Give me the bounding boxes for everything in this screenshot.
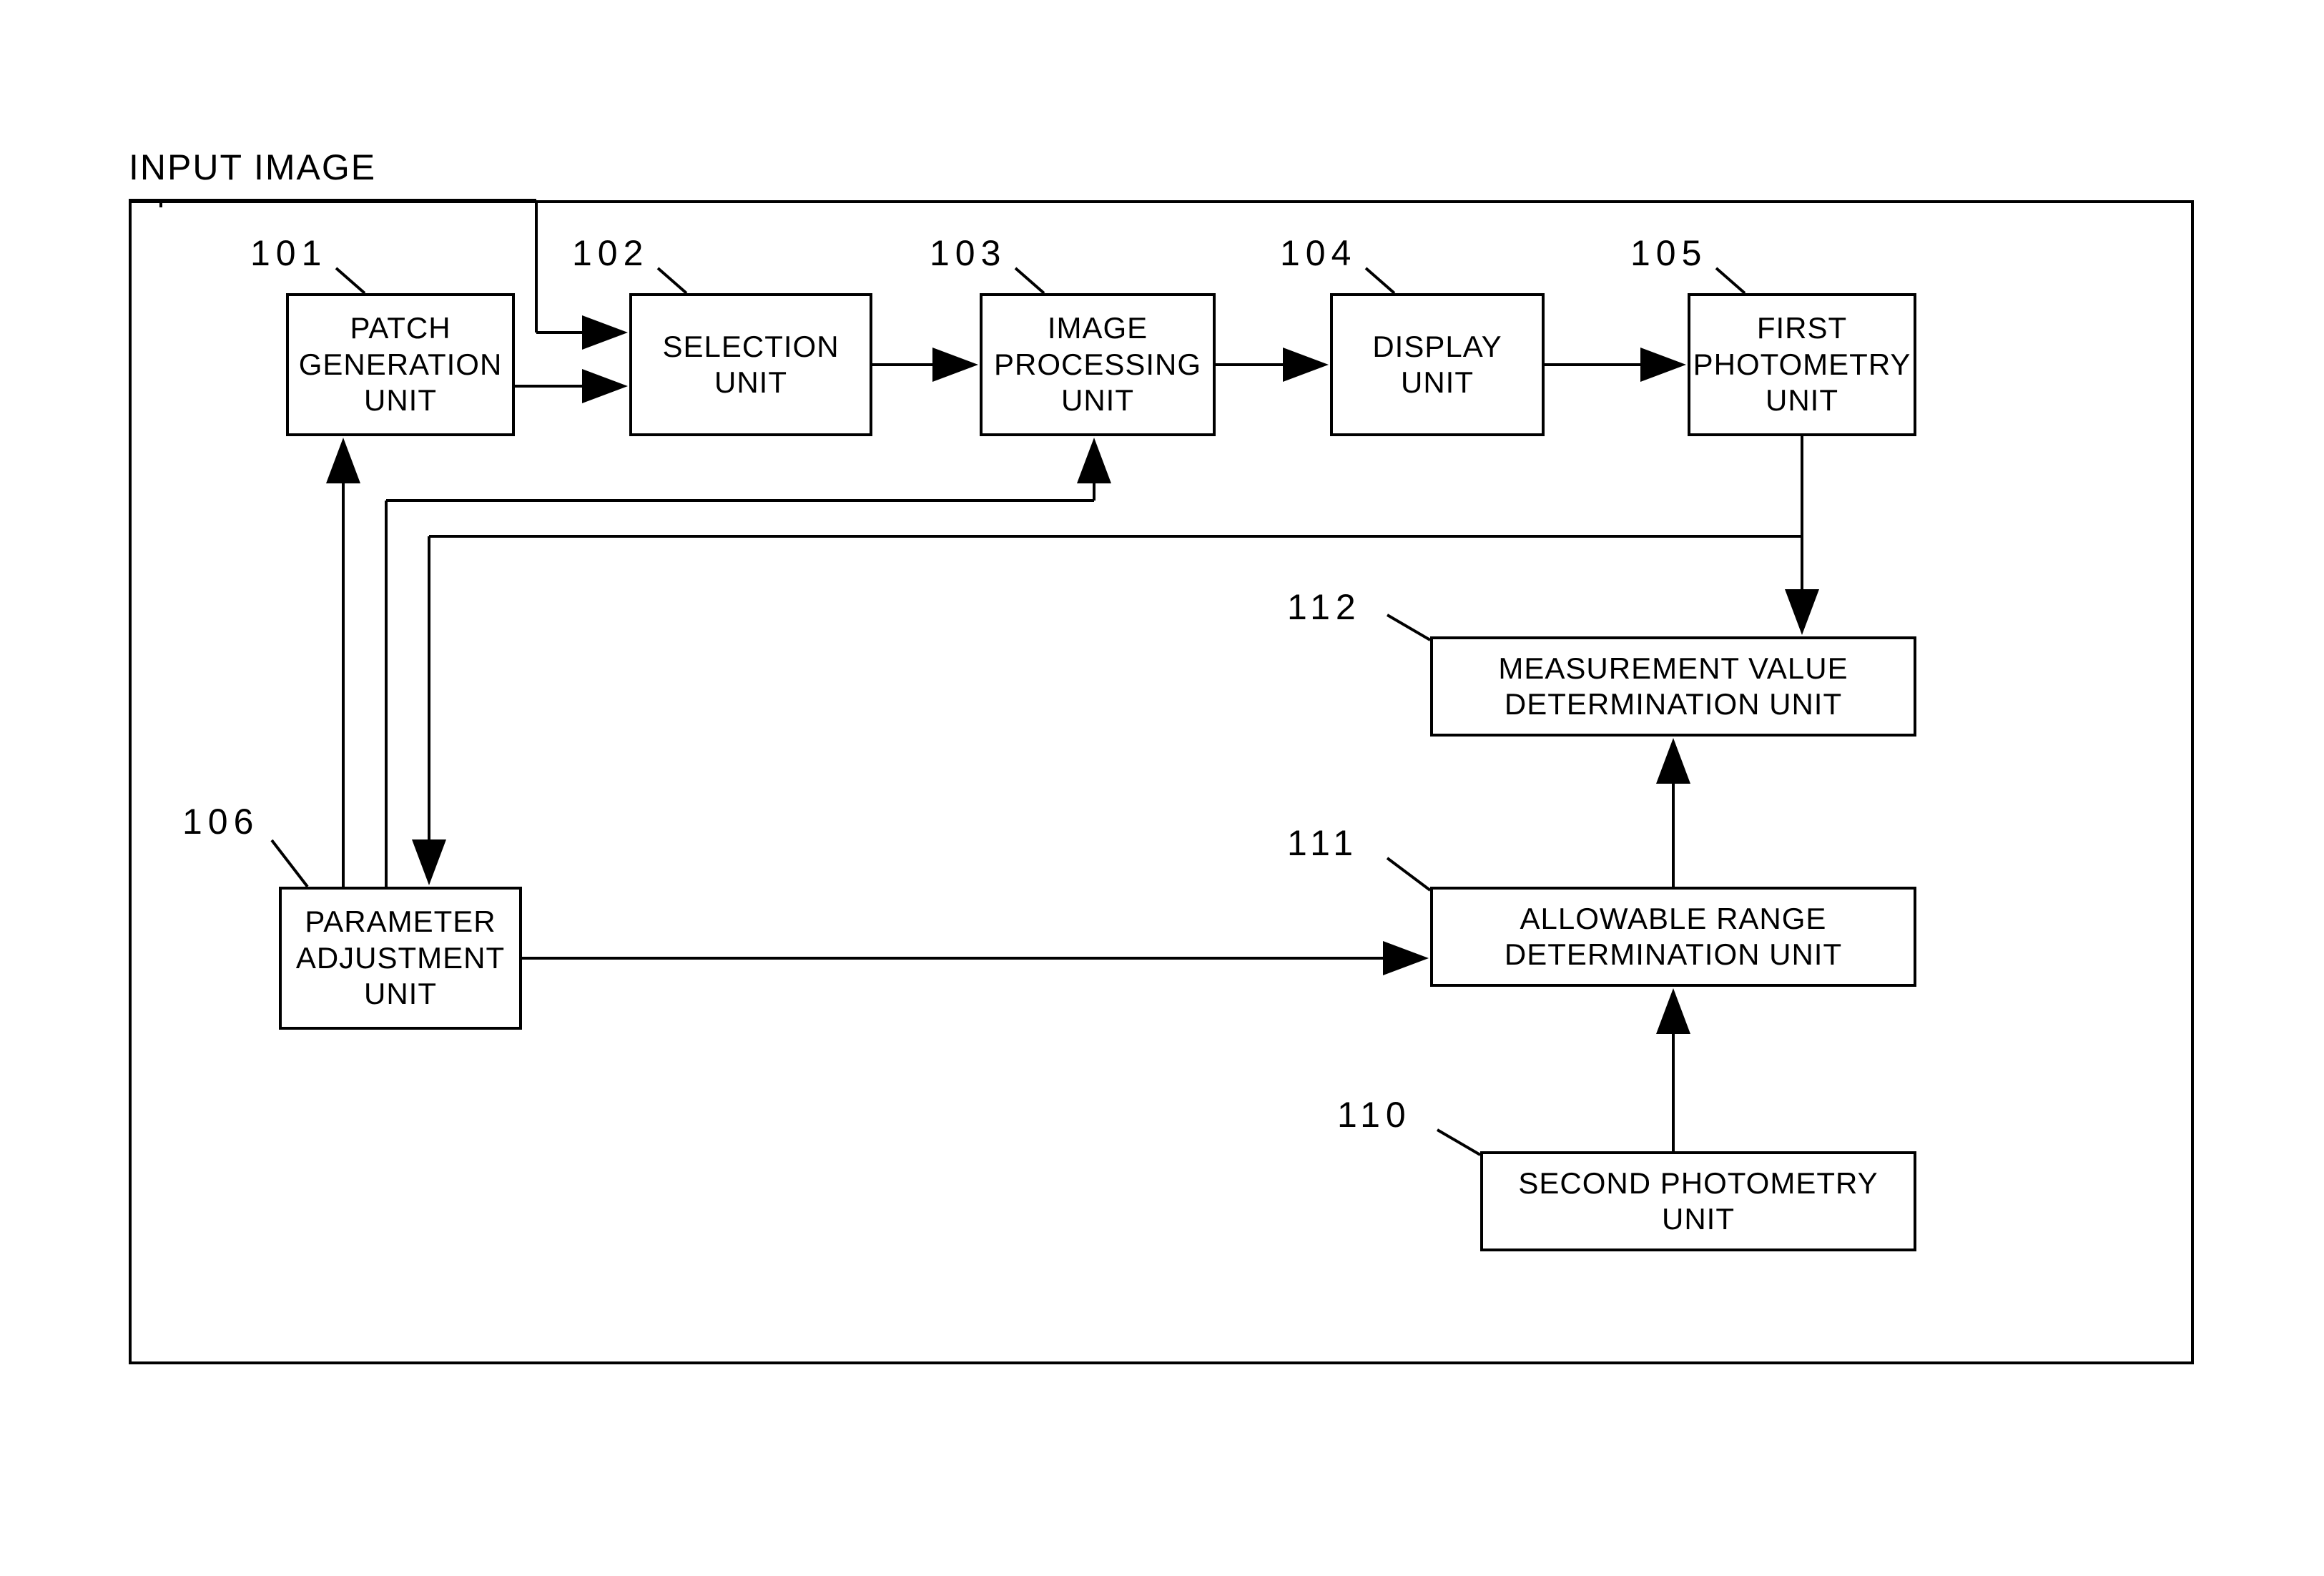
input-image-label: INPUT IMAGE: [129, 147, 376, 188]
block-111-text: ALLOWABLE RANGE DETERMINATION UNIT: [1505, 901, 1842, 973]
block-101-number: 101: [250, 232, 327, 274]
block-110-number: 110: [1337, 1094, 1412, 1136]
block-second-photometry: SECOND PHOTOMETRY UNIT: [1480, 1151, 1916, 1251]
block-patch-generation: PATCH GENERATION UNIT: [286, 293, 515, 436]
block-selection: SELECTION UNIT: [629, 293, 872, 436]
block-104-number: 104: [1280, 232, 1357, 274]
block-image-processing: IMAGE PROCESSING UNIT: [980, 293, 1216, 436]
diagram-canvas: INPUT IMAGE 101 PATCH GENERATION UNIT 10…: [0, 0, 2324, 1576]
block-103-number: 103: [930, 232, 1006, 274]
block-allowable-range: ALLOWABLE RANGE DETERMINATION UNIT: [1430, 887, 1916, 987]
block-112-text: MEASUREMENT VALUE DETERMINATION UNIT: [1498, 651, 1848, 723]
block-106-number: 106: [182, 801, 259, 842]
block-102-number: 102: [572, 232, 649, 274]
block-105-number: 105: [1630, 232, 1707, 274]
block-106-text: PARAMETER ADJUSTMENT UNIT: [296, 904, 505, 1012]
block-parameter-adjustment: PARAMETER ADJUSTMENT UNIT: [279, 887, 522, 1030]
block-111-number: 111: [1287, 822, 1359, 864]
block-104-text: DISPLAY UNIT: [1372, 329, 1502, 401]
block-101-text: PATCH GENERATION UNIT: [299, 310, 503, 418]
block-measurement-value: MEASUREMENT VALUE DETERMINATION UNIT: [1430, 636, 1916, 737]
block-first-photometry: FIRST PHOTOMETRY UNIT: [1688, 293, 1916, 436]
block-110-text: SECOND PHOTOMETRY UNIT: [1518, 1166, 1878, 1238]
block-display: DISPLAY UNIT: [1330, 293, 1545, 436]
block-112-number: 112: [1287, 586, 1362, 628]
block-102-text: SELECTION UNIT: [662, 329, 839, 401]
block-103-text: IMAGE PROCESSING UNIT: [994, 310, 1201, 418]
block-105-text: FIRST PHOTOMETRY UNIT: [1693, 310, 1911, 418]
